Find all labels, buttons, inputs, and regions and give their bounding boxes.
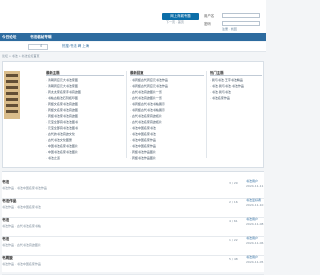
thread-title[interactable]: 书法作品 xyxy=(2,199,16,203)
reply-count: 4 / 61 xyxy=(229,219,238,223)
password-input[interactable] xyxy=(222,21,260,26)
thread-link[interactable]: · 中国书法名家书法图片 xyxy=(46,144,124,149)
thread-title[interactable]: 书法 xyxy=(2,237,9,241)
thread-link[interactable]: · 中国书法名家书法图片 xyxy=(46,150,124,155)
thread-link[interactable]: · 古代书法名家真迹拓片 xyxy=(130,114,204,119)
column-hot-threads-heading: 热门主题 xyxy=(210,71,262,76)
thread-link[interactable]: · 书法中国名家作品 xyxy=(130,138,204,143)
column-divider xyxy=(206,71,207,158)
thread-link[interactable]: · 书法·我与书法 xyxy=(210,90,262,95)
column-divider xyxy=(126,71,127,158)
thread-title[interactable]: 书周旋 xyxy=(2,256,13,260)
thread-link[interactable]: · 书周旋古代周应元书法作品 xyxy=(130,84,204,89)
reply-count: 2 / 16 xyxy=(229,200,238,204)
thread-date: 2024-11-11 xyxy=(246,184,264,188)
search-input[interactable] xyxy=(28,44,48,50)
thread-link[interactable]: · 清朝周应元大书法家图 xyxy=(46,78,124,83)
thread-title[interactable]: 书法 xyxy=(2,218,9,222)
promo-sub-links[interactable]: 下一页 · 首页 xyxy=(166,20,184,25)
thread-excerpt: 书法作品 · 古代书法真迹图片 xyxy=(2,243,41,247)
thread-link[interactable]: · 周旋书法作品图片 xyxy=(130,156,204,161)
thread-link[interactable]: · 古代书法真迹图片一览 xyxy=(130,96,204,101)
thread-link[interactable]: · 书周旋古代周应元书法作品 xyxy=(130,78,204,83)
thread-row[interactable]: 书法 书法作品 · 书法中国名家书法作品 3 / 29 书法用户 2024-11-11 xyxy=(2,178,264,199)
thread-link[interactable]: · 古代书法真迹图片一览 xyxy=(130,90,204,95)
thread-link[interactable]: · 古代书法名家真迹拓片 xyxy=(130,120,204,125)
thread-link[interactable]: · 古代的书法真迹文化 xyxy=(46,132,124,137)
promo-badge[interactable]: 网上商城专题 xyxy=(162,13,199,20)
password-label: 密码 xyxy=(204,22,211,26)
thread-link[interactable]: · 古代书法文化图册 xyxy=(46,138,124,143)
thread-link[interactable]: · 书法中国名家书法 xyxy=(130,132,204,137)
thread-title[interactable]: 书法 xyxy=(2,180,9,184)
thread-excerpt: 书法作品 · 书法中国名家书法 xyxy=(2,205,41,209)
thread-link[interactable]: · 书法之道 xyxy=(46,156,124,161)
thread-link[interactable]: · 周旋文名家书法真迹图 xyxy=(46,102,124,107)
thread-link[interactable]: · 书帖古籍法石刻拓印图 xyxy=(46,96,124,101)
thread-date: 2024-11-06 xyxy=(246,241,264,245)
thread-link[interactable]: · 书法中国名家书法 xyxy=(130,126,204,131)
thread-link[interactable]: · 清朝周应元大书法家图 xyxy=(46,84,124,89)
thread-excerpt: 书法作品 · 古代书法名家书帖 xyxy=(2,224,41,228)
nav-item-forum[interactable]: 今日论坛 xyxy=(2,33,16,41)
thread-link[interactable]: · 书法名家作品 xyxy=(210,96,262,101)
thread-link[interactable]: · 周旋书法家书法真迹图 xyxy=(46,114,124,119)
thread-link[interactable]: · 元宝全部真书法法图书 xyxy=(46,120,124,125)
calligraphy-image[interactable] xyxy=(4,71,20,119)
reply-count: 5 / 48 xyxy=(229,257,238,261)
thread-date: 2024-11-10 xyxy=(246,203,264,207)
thread-link[interactable]: · 书周旋古代书法书帖展示 xyxy=(130,102,204,107)
search-icon[interactable]: ⌕ xyxy=(40,44,43,50)
main-nav: 今日论坛 书法临帖专辑 xyxy=(0,33,266,41)
thread-row[interactable]: 书法作品 书法作品 · 书法中国名家书法 2 / 16 书法爱好者 2024-11-10 xyxy=(2,197,264,218)
thread-row[interactable]: 书法 书法作品 · 古代书法名家书帖 4 / 61 书法用户 2024-11-08 xyxy=(2,216,264,237)
thread-link[interactable]: · 书法中国名家作品 xyxy=(130,144,204,149)
thread-date: 2024-11-08 xyxy=(246,222,264,226)
nav-item-calligraphy[interactable]: 书法临帖专辑 xyxy=(30,33,52,41)
hot-search-links[interactable]: 热搜:书法 碑 上海 xyxy=(62,44,89,48)
breadcrumb[interactable]: 论坛 » 书法 » 书法论坛首页 xyxy=(2,54,40,59)
column-latest-replies-heading: 最新回复 xyxy=(130,71,204,76)
thread-link[interactable]: · 周太太家名家手书真迹图 xyxy=(46,90,124,95)
thread-link[interactable]: · 书法·我与书法·书法作品 xyxy=(210,84,262,89)
thread-row[interactable]: 书法 书法作品 · 古代书法真迹图片 1 / 22 书法用户 2024-11-06 xyxy=(2,235,264,256)
thread-link[interactable]: · 元宝全部真书法法图书 xyxy=(46,126,124,131)
column-latest-threads-heading: 最新主题 xyxy=(46,71,124,76)
thread-date: 2024-11-05 xyxy=(246,260,264,264)
thread-link[interactable]: · 书周旋古代书法书帖展示 xyxy=(130,108,204,113)
thread-link[interactable]: · 我与书法·王字书法精品 xyxy=(210,78,262,83)
reply-count: 3 / 29 xyxy=(229,181,238,185)
register-links[interactable]: 注册 · 找回 xyxy=(222,27,237,32)
thread-link[interactable]: · 周旋文名家书法真迹图 xyxy=(46,108,124,113)
username-label: 用户名 xyxy=(204,14,215,18)
thread-link[interactable]: · 周旋书法作品图片 xyxy=(130,150,204,155)
thread-excerpt: 书法作品 · 书法中国名家作品 xyxy=(2,262,41,266)
thread-excerpt: 书法作品 · 书法中国名家书法作品 xyxy=(2,186,47,190)
username-input[interactable] xyxy=(222,13,260,18)
reply-count: 1 / 22 xyxy=(229,238,238,242)
